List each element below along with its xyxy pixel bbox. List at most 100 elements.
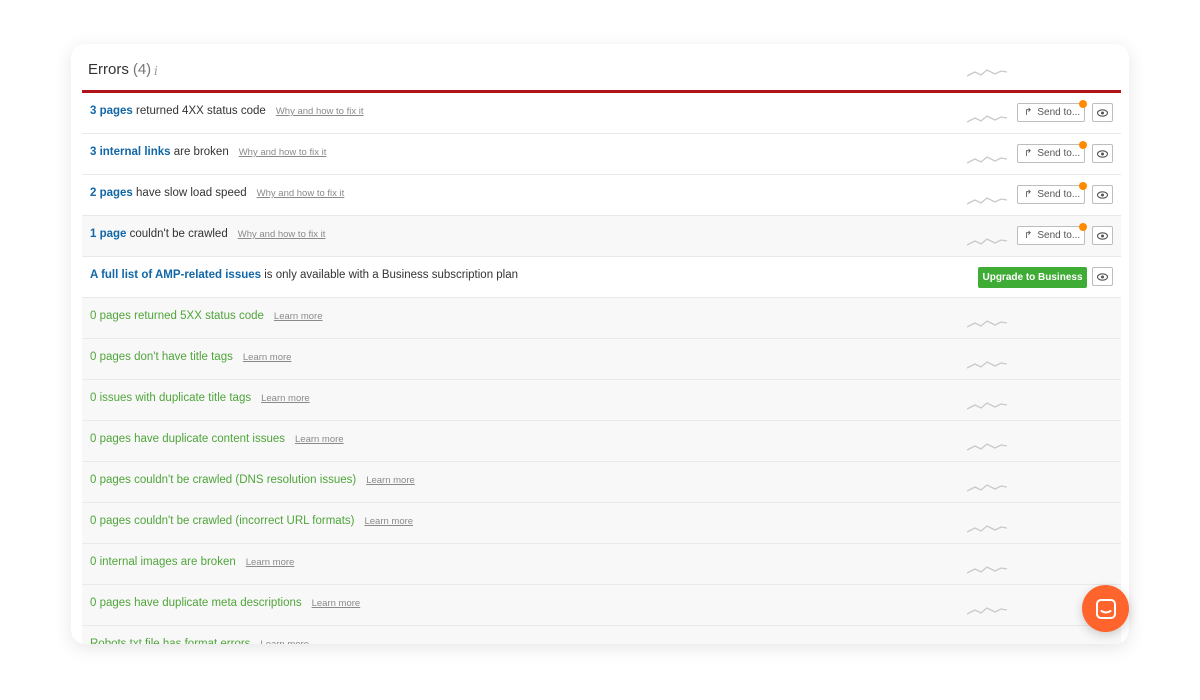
issue-text: returned 4XX status code	[136, 105, 266, 117]
issue-description: 0 pages have duplicate meta descriptions…	[90, 597, 360, 609]
share-icon: ↱	[1024, 189, 1033, 200]
issue-text: 0 pages returned 5XX status code	[90, 310, 264, 322]
table-row: 0 internal images are broken Learn more	[82, 544, 1121, 585]
trend-sparkline	[967, 69, 1007, 77]
issue-description: 3 internal links are broken Why and how t…	[90, 146, 326, 158]
share-icon: ↱	[1024, 230, 1033, 241]
table-row: 0 issues with duplicate title tags Learn …	[82, 380, 1121, 421]
errors-card: Errors (4) i 3 pages returned 4XX status …	[71, 44, 1129, 644]
table-row: 2 pages have slow load speed Why and how …	[82, 175, 1121, 216]
issue-text: couldn't be crawled	[129, 228, 228, 240]
table-row: 1 page couldn't be crawled Why and how to…	[82, 216, 1121, 257]
table-row: A full list of AMP-related issues is onl…	[82, 257, 1121, 298]
learn-more-link[interactable]: Learn more	[246, 557, 295, 568]
issue-text: 0 pages have duplicate meta descriptions	[90, 597, 302, 609]
issue-description: 0 pages don't have title tags Learn more	[90, 351, 291, 363]
trend-sparkline	[967, 484, 1007, 492]
table-row: 3 pages returned 4XX status code Why and …	[82, 93, 1121, 134]
issue-text: are broken	[173, 146, 229, 158]
trend-sparkline	[967, 115, 1007, 123]
learn-more-link[interactable]: Learn more	[364, 516, 413, 527]
chat-icon	[1095, 598, 1116, 619]
errors-count: (4)	[132, 61, 152, 78]
issue-text: is only available with a Business subscr…	[264, 269, 519, 281]
issue-count-link[interactable]: 3 internal links	[90, 146, 171, 158]
send-to-label: Send to...	[1037, 230, 1081, 241]
issue-description: 2 pages have slow load speed Why and how …	[90, 187, 344, 199]
trend-sparkline	[967, 566, 1007, 574]
notification-dot	[1079, 182, 1087, 190]
table-row: 0 pages couldn't be crawled (incorrect U…	[82, 503, 1121, 544]
issue-description: 0 pages have duplicate content issues Lea…	[90, 433, 344, 445]
send-to-button[interactable]: ↱ Send to...	[1017, 103, 1085, 122]
issue-count-link[interactable]: 1 page	[90, 228, 126, 240]
issue-text: 0 internal images are broken	[90, 556, 236, 568]
send-to-label: Send to...	[1037, 148, 1081, 159]
send-to-button[interactable]: ↱ Send to...	[1017, 226, 1085, 245]
learn-more-link[interactable]: Learn more	[312, 598, 361, 609]
issue-text: have slow load speed	[136, 187, 247, 199]
issue-text: 0 pages have duplicate content issues	[90, 433, 285, 445]
trend-sparkline	[967, 238, 1007, 246]
issue-text: 0 pages don't have title tags	[90, 351, 233, 363]
issue-description: 0 pages returned 5XX status code Learn mo…	[90, 310, 323, 322]
trend-sparkline	[967, 320, 1007, 328]
send-to-label: Send to...	[1037, 107, 1081, 118]
issue-description: 0 issues with duplicate title tags Learn …	[90, 392, 310, 404]
notification-dot	[1079, 100, 1087, 108]
share-icon: ↱	[1024, 107, 1033, 118]
issue-count-link[interactable]: 2 pages	[90, 187, 133, 199]
eye-icon[interactable]	[1092, 103, 1113, 122]
eye-icon[interactable]	[1092, 185, 1113, 204]
trend-sparkline	[967, 607, 1007, 615]
why-fix-link[interactable]: Why and how to fix it	[276, 106, 364, 117]
notification-dot	[1079, 141, 1087, 149]
table-row: 0 pages have duplicate meta descriptions…	[82, 585, 1121, 626]
trend-sparkline	[967, 361, 1007, 369]
table-row: Robots.txt file has format errors Learn m…	[82, 626, 1121, 644]
errors-header: Errors (4) i	[82, 44, 1121, 93]
issues-list: 3 pages returned 4XX status code Why and …	[82, 93, 1121, 644]
table-row: 0 pages have duplicate content issues Lea…	[82, 421, 1121, 462]
notification-dot	[1079, 223, 1087, 231]
upgrade-to-business-button[interactable]: Upgrade to Business	[978, 267, 1087, 288]
issue-description: 1 page couldn't be crawled Why and how to…	[90, 228, 325, 240]
page-title: Errors (4)	[88, 61, 152, 78]
issue-text: 0 pages couldn't be crawled (DNS resolut…	[90, 474, 357, 486]
learn-more-link[interactable]: Learn more	[366, 475, 415, 486]
send-to-button[interactable]: ↱ Send to...	[1017, 185, 1085, 204]
learn-more-link[interactable]: Learn more	[295, 434, 344, 445]
share-icon: ↱	[1024, 148, 1033, 159]
why-fix-link[interactable]: Why and how to fix it	[238, 229, 326, 240]
issue-count-link[interactable]: 3 pages	[90, 105, 133, 117]
issue-description: Robots.txt file has format errors Learn m…	[90, 638, 309, 644]
info-icon[interactable]: i	[154, 64, 158, 78]
chat-button[interactable]	[1082, 585, 1129, 632]
issue-text: 0 pages couldn't be crawled (incorrect U…	[90, 515, 355, 527]
learn-more-link[interactable]: Learn more	[243, 352, 292, 363]
table-row: 0 pages couldn't be crawled (DNS resolut…	[82, 462, 1121, 503]
table-row: 0 pages don't have title tags Learn more	[82, 339, 1121, 380]
trend-sparkline	[967, 156, 1007, 164]
learn-more-link[interactable]: Learn more	[261, 393, 310, 404]
issue-description: 0 pages couldn't be crawled (incorrect U…	[90, 515, 413, 527]
issue-text: 0 issues with duplicate title tags	[90, 392, 252, 404]
why-fix-link[interactable]: Why and how to fix it	[239, 147, 327, 158]
why-fix-link[interactable]: Why and how to fix it	[257, 188, 345, 199]
issue-text: Robots.txt file has format errors	[90, 638, 251, 644]
trend-sparkline	[967, 525, 1007, 533]
eye-icon[interactable]	[1092, 144, 1113, 163]
send-to-button[interactable]: ↱ Send to...	[1017, 144, 1085, 163]
issue-description: 0 pages couldn't be crawled (DNS resolut…	[90, 474, 415, 486]
issue-description: 3 pages returned 4XX status code Why and …	[90, 105, 363, 117]
issue-description: 0 internal images are broken Learn more	[90, 556, 294, 568]
issue-description: A full list of AMP-related issues is onl…	[90, 269, 518, 281]
send-to-label: Send to...	[1037, 189, 1081, 200]
issue-count-link[interactable]: A full list of AMP-related issues	[90, 269, 261, 281]
eye-icon[interactable]	[1092, 226, 1113, 245]
eye-icon[interactable]	[1092, 267, 1113, 286]
learn-more-link[interactable]: Learn more	[260, 639, 309, 644]
trend-sparkline	[967, 197, 1007, 205]
learn-more-link[interactable]: Learn more	[274, 311, 323, 322]
trend-sparkline	[967, 443, 1007, 451]
